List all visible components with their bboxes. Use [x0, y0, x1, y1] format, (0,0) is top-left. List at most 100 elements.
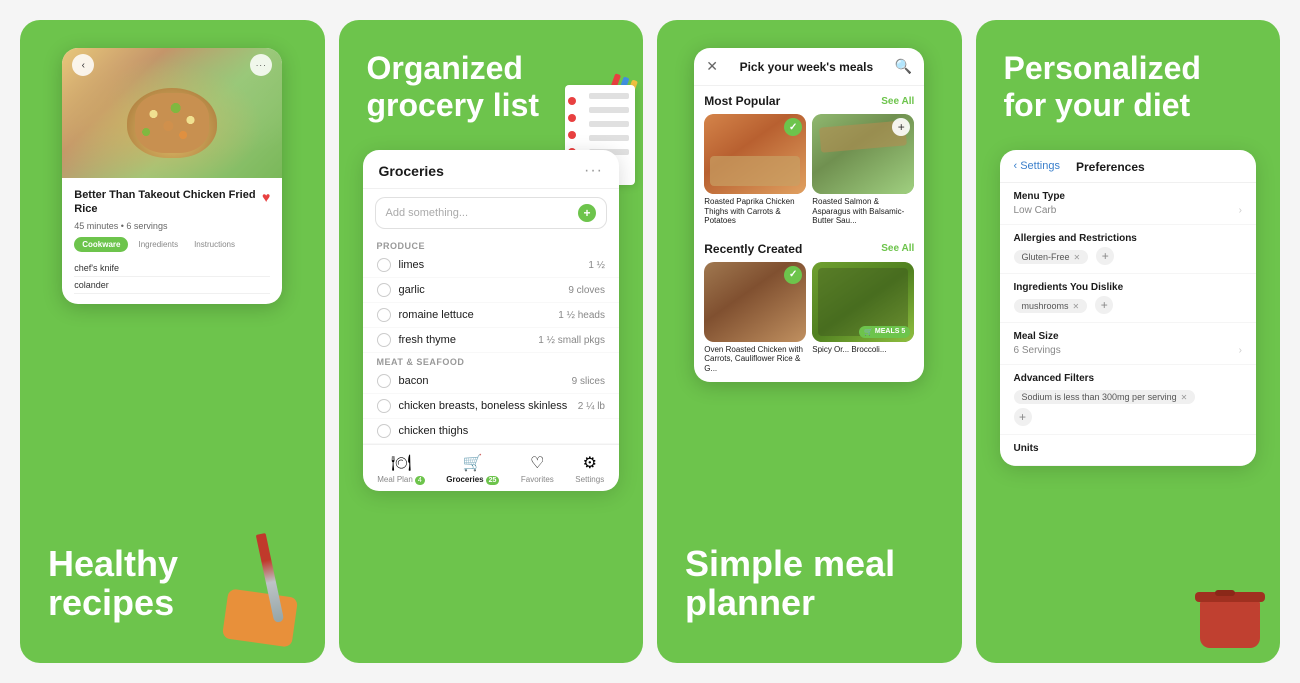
grocery-item-garlic: garlic 9 cloves [363, 278, 620, 303]
meal-plan-label: Meal Plan4 [377, 475, 424, 485]
settings-icon: ⚙ [583, 453, 597, 473]
meal-item-salmon[interactable]: + Roasted Salmon & Asparagus with Balsam… [812, 114, 914, 226]
grocery-item-chicken-breasts: chicken breasts, boneless skinless 2 ¼ l… [363, 394, 620, 419]
grocery-card-title: Groceries [379, 163, 444, 179]
pref-meal-size-text: 6 Servings [1014, 345, 1061, 356]
meal-thumb-spicy: 🛒MEALS 5 [812, 262, 914, 342]
pref-add-allergy-button[interactable]: + [1096, 247, 1114, 265]
pref-tag-mushrooms: mushrooms ✕ [1014, 299, 1088, 313]
recently-created-see-all[interactable]: See All [881, 243, 914, 254]
most-popular-grid: ✓ Roasted Paprika Chicken Thighs with Ca… [704, 114, 914, 226]
recently-created-header: Recently Created See All [704, 242, 914, 256]
pref-add-dislike-button[interactable]: + [1095, 296, 1113, 314]
meal-plus-salmon[interactable]: + [892, 118, 910, 136]
tab-cookware[interactable]: Cookware [74, 237, 128, 252]
meal-plan-badge: 4 [415, 476, 425, 485]
chevron-right-icon: › [1239, 205, 1242, 216]
favorites-icon: ♡ [530, 453, 544, 473]
grocery-add-row[interactable]: Add something... + [375, 197, 608, 229]
pref-row-dislike: Ingredients You Dislike mushrooms ✕ + [1000, 274, 1257, 323]
pot-decoration [1195, 578, 1265, 648]
nav-groceries[interactable]: 🛒 Groceries25 [446, 453, 499, 485]
meal-label-paprika: Roasted Paprika Chicken Thighs with Carr… [704, 197, 806, 226]
meal-check-paprika: ✓ [784, 118, 802, 136]
heart-icon[interactable]: ♥ [262, 188, 270, 206]
grocery-card: Groceries ··· Add something... + PRODUCE… [363, 150, 620, 491]
pot-body [1200, 598, 1260, 648]
tab-instructions[interactable]: Instructions [188, 237, 241, 252]
tab-ingredients[interactable]: Ingredients [132, 237, 184, 252]
pref-add-filter-button[interactable]: + [1014, 408, 1032, 426]
chevron-right-icon-2: › [1239, 345, 1242, 356]
pref-row-allergies: Allergies and Restrictions Gluten-Free ✕… [1000, 225, 1257, 274]
grocery-checkbox-romaine[interactable] [377, 308, 391, 322]
nav-settings[interactable]: ⚙ Settings [575, 453, 604, 485]
nav-favorites[interactable]: ♡ Favorites [521, 453, 554, 485]
grocery-checkbox-chicken-thighs[interactable] [377, 424, 391, 438]
groceries-icon: 🛒 [463, 453, 483, 473]
pref-row-menu-type: Menu Type Low Carb › [1000, 183, 1257, 225]
meal-item-paprika-chicken[interactable]: ✓ Roasted Paprika Chicken Thighs with Ca… [704, 114, 806, 226]
grocery-section-produce: PRODUCE [363, 237, 620, 253]
recipe-title-text: Better Than Takeout Chicken Fried Rice [74, 188, 258, 217]
pref-menu-type-value[interactable]: Low Carb › [1014, 205, 1243, 216]
meal-thumb-oven-chicken: ✓ [704, 262, 806, 342]
grocery-add-button[interactable]: + [578, 204, 596, 222]
pref-advanced-filters-label: Advanced Filters [1014, 373, 1243, 384]
most-popular-section: Most Popular See All ✓ Roasted Paprika C… [694, 86, 924, 234]
recipe-title-row: Better Than Takeout Chicken Fried Rice ♥ [74, 188, 270, 217]
pref-tag-sodium: Sodium is less than 300mg per serving ✕ [1014, 390, 1196, 404]
grocery-checkbox-bacon[interactable] [377, 374, 391, 388]
grocery-add-placeholder: Add something... [386, 207, 579, 219]
nav-meal-plan[interactable]: 🍽 Meal Plan4 [377, 453, 424, 485]
grocery-dots[interactable]: ··· [584, 162, 603, 180]
preferences-header: ‹ Settings Preferences [1000, 150, 1257, 183]
meal-item-spicy[interactable]: 🛒MEALS 5 Spicy Or... Broccoli... [812, 262, 914, 374]
grocery-item-bacon: bacon 9 slices [363, 369, 620, 394]
pot-lid-knob [1215, 590, 1235, 596]
settings-label: Settings [575, 475, 604, 484]
grocery-checkbox-garlic[interactable] [377, 283, 391, 297]
search-icon[interactable]: 🔍 [895, 58, 912, 75]
tag-remove-gluten-free[interactable]: ✕ [1074, 253, 1081, 262]
grocery-item-limes: limes 1 ½ [363, 253, 620, 278]
most-popular-see-all[interactable]: See All [881, 96, 914, 107]
meal-label-salmon: Roasted Salmon & Asparagus with Balsamic… [812, 197, 914, 226]
meal-label-spicy: Spicy Or... Broccoli... [812, 345, 914, 355]
groceries-badge: 25 [486, 476, 500, 485]
tag-remove-mushrooms[interactable]: ✕ [1073, 302, 1080, 311]
groceries-label: Groceries25 [446, 475, 499, 485]
close-icon[interactable]: ✕ [706, 58, 718, 75]
grocery-checkbox-thyme[interactable] [377, 333, 391, 347]
grocery-checkbox-chicken-breasts[interactable] [377, 399, 391, 413]
settings-back-button[interactable]: ‹ Settings [1014, 160, 1060, 174]
panel3-headline: Simple mealplanner [685, 544, 895, 623]
recipe-item-2: colander [74, 277, 270, 294]
favorites-label: Favorites [521, 475, 554, 484]
pref-menu-type-text: Low Carb [1014, 205, 1057, 216]
pref-menu-type-label: Menu Type [1014, 191, 1243, 202]
meal-picker-card: ✕ Pick your week's meals 🔍 Most Popular … [694, 48, 924, 382]
nav-back-button[interactable]: ‹ [72, 54, 94, 76]
panel4-headline: Personalizedfor your diet [1004, 50, 1201, 124]
most-popular-title: Most Popular [704, 94, 780, 108]
pref-dislike-tags: mushrooms ✕ + [1014, 296, 1243, 314]
meal-label-oven-chicken: Oven Roasted Chicken with Carrots, Cauli… [704, 345, 806, 374]
grocery-section-meat: MEAT & SEAFOOD [363, 353, 620, 369]
grocery-card-header: Groceries ··· [363, 150, 620, 189]
pref-units-label: Units [1014, 443, 1243, 454]
recently-created-section: Recently Created See All ✓ Oven Roasted … [694, 234, 924, 382]
grocery-checkbox-limes[interactable] [377, 258, 391, 272]
panel3-bottom-text: Simple mealplanner [685, 544, 895, 623]
meal-item-oven-chicken[interactable]: ✓ Oven Roasted Chicken with Carrots, Cau… [704, 262, 806, 374]
grocery-bottom-nav: 🍽 Meal Plan4 🛒 Groceries25 ♡ Favorites ⚙… [363, 444, 620, 491]
pref-row-advanced-filters: Advanced Filters Sodium is less than 300… [1000, 365, 1257, 435]
grocery-item-romaine: romaine lettuce 1 ½ heads [363, 303, 620, 328]
nav-dots-button[interactable]: ··· [250, 54, 272, 76]
pref-allergies-label: Allergies and Restrictions [1014, 233, 1243, 244]
panel1-bottom-text: Healthyrecipes [48, 544, 178, 623]
tag-remove-sodium[interactable]: ✕ [1181, 393, 1188, 402]
pref-meal-size-value[interactable]: 6 Servings › [1014, 345, 1243, 356]
most-popular-header: Most Popular See All [704, 94, 914, 108]
recently-created-title: Recently Created [704, 242, 802, 256]
